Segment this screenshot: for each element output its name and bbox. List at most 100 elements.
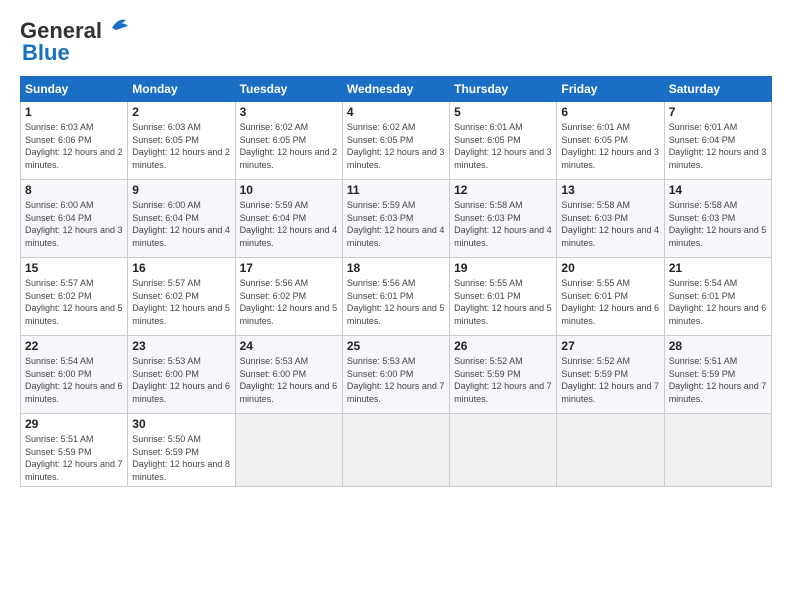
table-row: 24 Sunrise: 5:53 AMSunset: 6:00 PMDaylig… (235, 336, 342, 414)
logo-blue: Blue (22, 40, 70, 66)
table-row: 3 Sunrise: 6:02 AMSunset: 6:05 PMDayligh… (235, 102, 342, 180)
day-number: 1 (25, 105, 123, 119)
day-info: Sunrise: 5:55 AMSunset: 6:01 PMDaylight:… (454, 278, 552, 326)
day-info: Sunrise: 5:57 AMSunset: 6:02 PMDaylight:… (25, 278, 123, 326)
col-friday: Friday (557, 77, 664, 102)
day-info: Sunrise: 5:59 AMSunset: 6:03 PMDaylight:… (347, 200, 445, 248)
day-info: Sunrise: 6:03 AMSunset: 6:05 PMDaylight:… (132, 122, 230, 170)
header: General Blue (20, 18, 772, 66)
table-row: 22 Sunrise: 5:54 AMSunset: 6:00 PMDaylig… (21, 336, 128, 414)
day-info: Sunrise: 5:56 AMSunset: 6:01 PMDaylight:… (347, 278, 445, 326)
day-info: Sunrise: 5:54 AMSunset: 6:00 PMDaylight:… (25, 356, 123, 404)
day-number: 26 (454, 339, 552, 353)
week-row-5: 29 Sunrise: 5:51 AMSunset: 5:59 PMDaylig… (21, 414, 772, 487)
day-info: Sunrise: 5:51 AMSunset: 5:59 PMDaylight:… (25, 434, 123, 482)
day-number: 9 (132, 183, 230, 197)
day-info: Sunrise: 5:52 AMSunset: 5:59 PMDaylight:… (561, 356, 659, 404)
day-info: Sunrise: 5:55 AMSunset: 6:01 PMDaylight:… (561, 278, 659, 326)
day-info: Sunrise: 5:56 AMSunset: 6:02 PMDaylight:… (240, 278, 338, 326)
table-row: 23 Sunrise: 5:53 AMSunset: 6:00 PMDaylig… (128, 336, 235, 414)
day-number: 21 (669, 261, 767, 275)
day-info: Sunrise: 6:01 AMSunset: 6:05 PMDaylight:… (454, 122, 552, 170)
table-row: 21 Sunrise: 5:54 AMSunset: 6:01 PMDaylig… (664, 258, 771, 336)
table-row: 14 Sunrise: 5:58 AMSunset: 6:03 PMDaylig… (664, 180, 771, 258)
day-info: Sunrise: 6:03 AMSunset: 6:06 PMDaylight:… (25, 122, 123, 170)
day-info: Sunrise: 6:02 AMSunset: 6:05 PMDaylight:… (347, 122, 445, 170)
table-row: 2 Sunrise: 6:03 AMSunset: 6:05 PMDayligh… (128, 102, 235, 180)
day-info: Sunrise: 5:53 AMSunset: 6:00 PMDaylight:… (132, 356, 230, 404)
day-number: 11 (347, 183, 445, 197)
day-number: 30 (132, 417, 230, 431)
col-saturday: Saturday (664, 77, 771, 102)
table-row: 28 Sunrise: 5:51 AMSunset: 5:59 PMDaylig… (664, 336, 771, 414)
table-row: 8 Sunrise: 6:00 AMSunset: 6:04 PMDayligh… (21, 180, 128, 258)
table-row (342, 414, 449, 487)
day-number: 13 (561, 183, 659, 197)
day-number: 5 (454, 105, 552, 119)
day-number: 14 (669, 183, 767, 197)
week-row-2: 8 Sunrise: 6:00 AMSunset: 6:04 PMDayligh… (21, 180, 772, 258)
day-info: Sunrise: 6:00 AMSunset: 6:04 PMDaylight:… (132, 200, 230, 248)
day-info: Sunrise: 5:50 AMSunset: 5:59 PMDaylight:… (132, 434, 230, 482)
week-row-1: 1 Sunrise: 6:03 AMSunset: 6:06 PMDayligh… (21, 102, 772, 180)
col-monday: Monday (128, 77, 235, 102)
day-number: 24 (240, 339, 338, 353)
day-number: 25 (347, 339, 445, 353)
day-info: Sunrise: 6:01 AMSunset: 6:04 PMDaylight:… (669, 122, 767, 170)
table-row (235, 414, 342, 487)
logo-bird-icon (104, 16, 132, 38)
day-info: Sunrise: 5:57 AMSunset: 6:02 PMDaylight:… (132, 278, 230, 326)
col-tuesday: Tuesday (235, 77, 342, 102)
day-info: Sunrise: 5:59 AMSunset: 6:04 PMDaylight:… (240, 200, 338, 248)
day-info: Sunrise: 5:53 AMSunset: 6:00 PMDaylight:… (240, 356, 338, 404)
day-number: 3 (240, 105, 338, 119)
table-row: 30 Sunrise: 5:50 AMSunset: 5:59 PMDaylig… (128, 414, 235, 487)
table-row: 5 Sunrise: 6:01 AMSunset: 6:05 PMDayligh… (450, 102, 557, 180)
day-number: 18 (347, 261, 445, 275)
table-row (557, 414, 664, 487)
table-row: 12 Sunrise: 5:58 AMSunset: 6:03 PMDaylig… (450, 180, 557, 258)
day-number: 28 (669, 339, 767, 353)
table-row: 15 Sunrise: 5:57 AMSunset: 6:02 PMDaylig… (21, 258, 128, 336)
day-number: 6 (561, 105, 659, 119)
table-row: 6 Sunrise: 6:01 AMSunset: 6:05 PMDayligh… (557, 102, 664, 180)
table-row: 29 Sunrise: 5:51 AMSunset: 5:59 PMDaylig… (21, 414, 128, 487)
table-row: 27 Sunrise: 5:52 AMSunset: 5:59 PMDaylig… (557, 336, 664, 414)
table-row: 1 Sunrise: 6:03 AMSunset: 6:06 PMDayligh… (21, 102, 128, 180)
col-wednesday: Wednesday (342, 77, 449, 102)
day-info: Sunrise: 5:54 AMSunset: 6:01 PMDaylight:… (669, 278, 767, 326)
table-row: 11 Sunrise: 5:59 AMSunset: 6:03 PMDaylig… (342, 180, 449, 258)
day-number: 15 (25, 261, 123, 275)
day-info: Sunrise: 6:00 AMSunset: 6:04 PMDaylight:… (25, 200, 123, 248)
table-row: 20 Sunrise: 5:55 AMSunset: 6:01 PMDaylig… (557, 258, 664, 336)
table-row (450, 414, 557, 487)
day-number: 4 (347, 105, 445, 119)
day-info: Sunrise: 5:51 AMSunset: 5:59 PMDaylight:… (669, 356, 767, 404)
table-row: 13 Sunrise: 5:58 AMSunset: 6:03 PMDaylig… (557, 180, 664, 258)
day-number: 12 (454, 183, 552, 197)
day-number: 20 (561, 261, 659, 275)
table-row: 9 Sunrise: 6:00 AMSunset: 6:04 PMDayligh… (128, 180, 235, 258)
logo: General Blue (20, 18, 132, 66)
calendar-table: Sunday Monday Tuesday Wednesday Thursday… (20, 76, 772, 487)
day-info: Sunrise: 5:58 AMSunset: 6:03 PMDaylight:… (454, 200, 552, 248)
day-number: 16 (132, 261, 230, 275)
day-number: 17 (240, 261, 338, 275)
day-number: 22 (25, 339, 123, 353)
day-info: Sunrise: 6:02 AMSunset: 6:05 PMDaylight:… (240, 122, 338, 170)
day-number: 7 (669, 105, 767, 119)
col-sunday: Sunday (21, 77, 128, 102)
day-info: Sunrise: 5:52 AMSunset: 5:59 PMDaylight:… (454, 356, 552, 404)
table-row: 19 Sunrise: 5:55 AMSunset: 6:01 PMDaylig… (450, 258, 557, 336)
day-number: 19 (454, 261, 552, 275)
header-row: Sunday Monday Tuesday Wednesday Thursday… (21, 77, 772, 102)
col-thursday: Thursday (450, 77, 557, 102)
week-row-3: 15 Sunrise: 5:57 AMSunset: 6:02 PMDaylig… (21, 258, 772, 336)
table-row: 7 Sunrise: 6:01 AMSunset: 6:04 PMDayligh… (664, 102, 771, 180)
page: General Blue Sunday Monday Tuesday Wedne… (0, 0, 792, 612)
table-row: 26 Sunrise: 5:52 AMSunset: 5:59 PMDaylig… (450, 336, 557, 414)
day-info: Sunrise: 5:58 AMSunset: 6:03 PMDaylight:… (561, 200, 659, 248)
day-number: 2 (132, 105, 230, 119)
table-row: 25 Sunrise: 5:53 AMSunset: 6:00 PMDaylig… (342, 336, 449, 414)
day-number: 29 (25, 417, 123, 431)
